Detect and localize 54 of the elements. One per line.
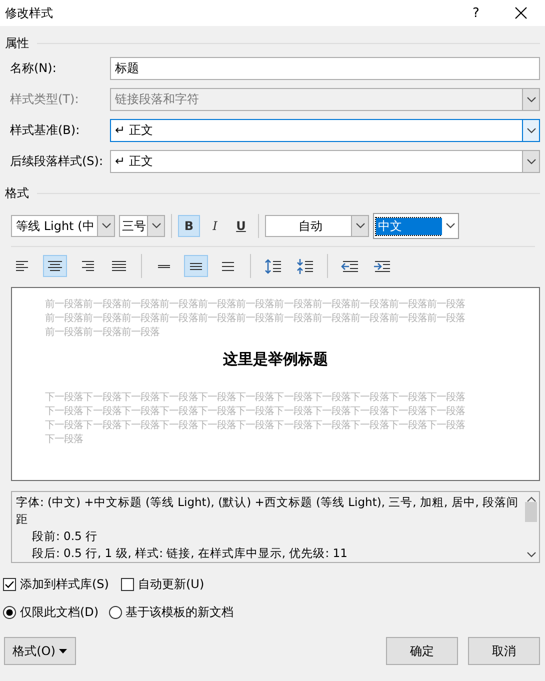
scroll-down-icon bbox=[526, 552, 536, 558]
sample-text-line: 前一段落前一段落前一段落前一段落前一段落前一段落前一段落前一段落前一段落前一段落前一段落 bbox=[45, 312, 466, 326]
sample-text-line: 下一段落下一段落下一段落下一段落下一段落下一段落下一段落下一段落下一段落下一段落下一段落 bbox=[45, 419, 466, 433]
chevron-down-icon bbox=[152, 223, 160, 229]
sample-text-line: 下一段落下一段落下一段落下一段落下一段落下一段落下一段落下一段落下一段落下一段落下一段落 bbox=[45, 391, 466, 405]
cancel-button[interactable]: 取消 bbox=[468, 637, 540, 665]
description-text: 字体: (中文) +中文标题 (等线 Light), (默认) +西文标题 (等线 Light), 三号, 加粗, 居中, 段落间距 bbox=[16, 494, 519, 528]
chevron-down-icon bbox=[526, 128, 536, 134]
help-button[interactable]: ? bbox=[455, 6, 497, 20]
style-dropdown[interactable]: ↵ 正文 bbox=[110, 150, 540, 173]
style-dropdown[interactable]: ↵ 正文 bbox=[110, 119, 540, 142]
ok-button[interactable]: 确定 bbox=[386, 637, 458, 665]
script-dropdown[interactable]: 中文 bbox=[373, 213, 459, 239]
caret-icon bbox=[59, 648, 68, 653]
sample-heading: 这里是举例标题 bbox=[222, 350, 329, 369]
chevron-down-icon bbox=[102, 223, 110, 229]
chevron-down-icon bbox=[356, 223, 364, 229]
sample-text-line: 前一段落前一段落前一段落前一段落前一段落前一段落前一段落前一段落前一段落前一段落前一段落 bbox=[45, 298, 466, 312]
checkbox-label: 添加到样式库(S) bbox=[20, 576, 109, 593]
description-text: 段前: 0.5 行 bbox=[31, 528, 98, 545]
sample-text-line: 下一段落 bbox=[45, 433, 84, 447]
color-dropdown[interactable]: 自动 bbox=[265, 215, 369, 237]
chevron-down-icon bbox=[526, 158, 536, 164]
bold-button[interactable]: B bbox=[178, 215, 200, 237]
section-heading: 格式 bbox=[5, 185, 29, 202]
close-icon[interactable] bbox=[515, 7, 527, 19]
field-label: 样式基准(B): bbox=[10, 122, 81, 139]
radio-label: 基于该模板的新文档 bbox=[126, 604, 234, 621]
window-title: 修改样式 bbox=[5, 4, 54, 22]
name-field[interactable]: 标题 bbox=[110, 57, 540, 80]
field-label: 样式类型(T): bbox=[10, 91, 80, 108]
checkbox[interactable] bbox=[3, 578, 16, 591]
chevron-down-icon bbox=[446, 223, 454, 229]
scroll-up-icon[interactable] bbox=[526, 496, 536, 502]
section-heading: 属性 bbox=[5, 35, 29, 52]
radio-button[interactable] bbox=[108, 606, 122, 619]
font-dropdown[interactable]: 等线 Light (中 bbox=[11, 215, 115, 237]
checkbox[interactable] bbox=[120, 578, 134, 591]
underline-button[interactable]: U bbox=[230, 215, 252, 237]
italic-button[interactable]: I bbox=[204, 215, 226, 237]
checkbox-label: 自动更新(U) bbox=[138, 576, 204, 593]
one-half-icon[interactable] bbox=[184, 255, 208, 277]
description-text: 段后: 0.5 行, 1 级, 样式: 链接, 在样式库中显示, 优先级: 11 bbox=[31, 545, 348, 562]
scrollbar-thumb[interactable] bbox=[525, 502, 537, 522]
field-label: 名称(N): bbox=[10, 60, 58, 77]
sample-text-line: 前一段落前一段落前一段落 bbox=[45, 326, 161, 340]
chevron-down-icon bbox=[526, 96, 536, 102]
align-center-icon[interactable] bbox=[43, 255, 67, 277]
radio-label: 仅限此文档(D) bbox=[20, 604, 99, 621]
sample-text-line: 下一段落下一段落下一段落下一段落下一段落下一段落下一段落下一段落下一段落下一段落下一段落 bbox=[45, 405, 466, 419]
format-menu-button[interactable]: 格式(O) bbox=[4, 637, 76, 665]
radio-button[interactable] bbox=[3, 606, 16, 619]
field-label: 后续段落样式(S): bbox=[10, 153, 104, 170]
font-size-dropdown[interactable]: 三号 bbox=[119, 215, 165, 237]
